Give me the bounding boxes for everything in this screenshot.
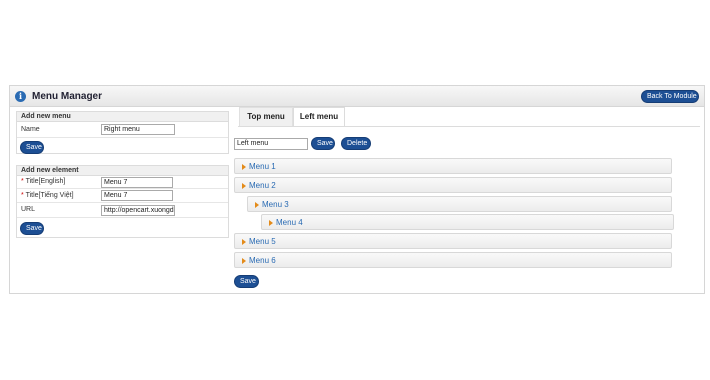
caret-right-icon xyxy=(269,220,273,226)
panel-header: i Menu Manager Back To Module xyxy=(10,86,704,107)
add-element-box: Add new element * Title[English] Menu 7 … xyxy=(16,165,229,238)
name-label: Name xyxy=(21,126,40,133)
menu-item-label: Menu 2 xyxy=(249,181,276,190)
field-label: Title[English] xyxy=(25,178,66,185)
menu-item-label: Menu 6 xyxy=(249,256,276,265)
menu-save-button[interactable]: Save xyxy=(311,137,335,150)
menu-item[interactable]: Menu 6 xyxy=(234,252,672,268)
menu-delete-button[interactable]: Delete xyxy=(341,137,371,150)
caret-right-icon xyxy=(242,239,246,245)
url-input[interactable]: http://opencart.xuongda xyxy=(101,205,175,216)
add-menu-box: Add new menu Name Right menu Save xyxy=(16,111,229,154)
element-field-row: * Title[English] Menu 7 xyxy=(17,176,228,189)
menu-item-label: Menu 3 xyxy=(262,200,289,209)
back-to-module-button[interactable]: Back To Module xyxy=(641,90,699,103)
info-icon: i xyxy=(15,91,26,102)
menu-item[interactable]: Menu 1 xyxy=(234,158,672,174)
caret-right-icon xyxy=(255,202,259,208)
menu-item-label: Menu 1 xyxy=(249,162,276,171)
add-element-title: Add new element xyxy=(17,166,228,176)
tab-top-menu[interactable]: Top menu xyxy=(239,107,293,127)
menu-item[interactable]: Menu 2 xyxy=(234,177,672,193)
menu-name-field[interactable]: Left menu xyxy=(234,138,308,150)
caret-right-icon xyxy=(242,164,246,170)
tab-divider xyxy=(238,126,700,127)
page-title: Menu Manager xyxy=(32,91,103,102)
title-vietnamese-input[interactable]: Menu 7 xyxy=(101,190,173,201)
add-menu-save-button[interactable]: Save xyxy=(20,141,44,154)
menu-item[interactable]: Menu 4 xyxy=(261,214,674,230)
caret-right-icon xyxy=(242,258,246,264)
add-element-save-button[interactable]: Save xyxy=(20,222,44,235)
caret-right-icon xyxy=(242,183,246,189)
menu-item-label: Menu 5 xyxy=(249,237,276,246)
menu-manager-panel: i Menu Manager Back To Module Add new me… xyxy=(9,85,705,294)
menu-item-label: Menu 4 xyxy=(276,218,303,227)
required-marker: * xyxy=(21,178,24,185)
element-field-row: URL http://opencart.xuongda xyxy=(17,203,228,218)
title-english-input[interactable]: Menu 7 xyxy=(101,177,173,188)
field-label: Title[Tiếng Việt] xyxy=(25,192,74,199)
menu-name-input[interactable]: Right menu xyxy=(101,124,175,135)
tab-left-menu[interactable]: Left menu xyxy=(293,107,345,127)
menu-item[interactable]: Menu 5 xyxy=(234,233,672,249)
menu-bottom-save-button[interactable]: Save xyxy=(234,275,259,288)
name-row: Name Right menu xyxy=(17,122,228,138)
required-marker: * xyxy=(21,192,24,199)
field-label: URL xyxy=(21,206,36,213)
menu-item[interactable]: Menu 3 xyxy=(247,196,672,212)
add-menu-title: Add new menu xyxy=(17,112,228,122)
element-field-row: * Title[Tiếng Việt] Menu 7 xyxy=(17,189,228,203)
